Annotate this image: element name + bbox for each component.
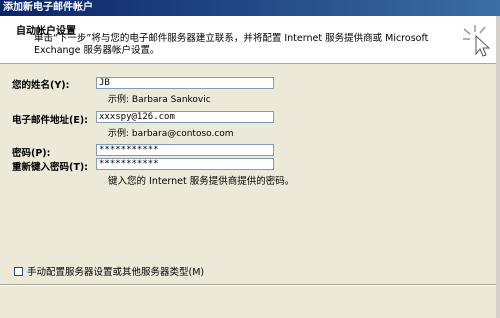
retype-password-label: 重新键入密码(T): (12, 162, 88, 173)
manual-config-row[interactable]: 手动配置服务器设置或其他服务器类型(M) (14, 264, 204, 278)
window-title: 添加新电子邮件帐户 (3, 2, 93, 13)
password-hint: 键入您的 Internet 服务提供商提供的密码。 (108, 176, 295, 187)
wizard-header: 自动帐户设置 单击“下一步”将与您的电子邮件服务器建立联系，并将配置 Inter… (0, 16, 500, 64)
password-label: 密码(P): (12, 148, 51, 159)
name-input[interactable] (96, 77, 274, 89)
password-input[interactable] (96, 144, 274, 156)
header-description: 单击“下一步”将与您的电子邮件服务器建立联系，并将配置 Internet 服务提… (34, 33, 429, 56)
name-label: 您的姓名(Y): (12, 80, 70, 91)
footer-separator (0, 284, 500, 286)
window-right-edge (496, 16, 500, 318)
email-example: 示例: barbara@contoso.com (108, 129, 234, 139)
manual-config-checkbox[interactable] (14, 266, 23, 276)
manual-config-label[interactable]: 手动配置服务器设置或其他服务器类型(M) (27, 264, 204, 278)
window-title-bar: 添加新电子邮件帐户 (0, 0, 500, 16)
wizard-cursor-icon (463, 25, 491, 57)
email-input[interactable] (96, 111, 274, 123)
retype-password-input[interactable] (96, 158, 274, 170)
email-label: 电子邮件地址(E): (12, 115, 88, 126)
name-example: 示例: Barbara Sankovic (108, 95, 211, 105)
